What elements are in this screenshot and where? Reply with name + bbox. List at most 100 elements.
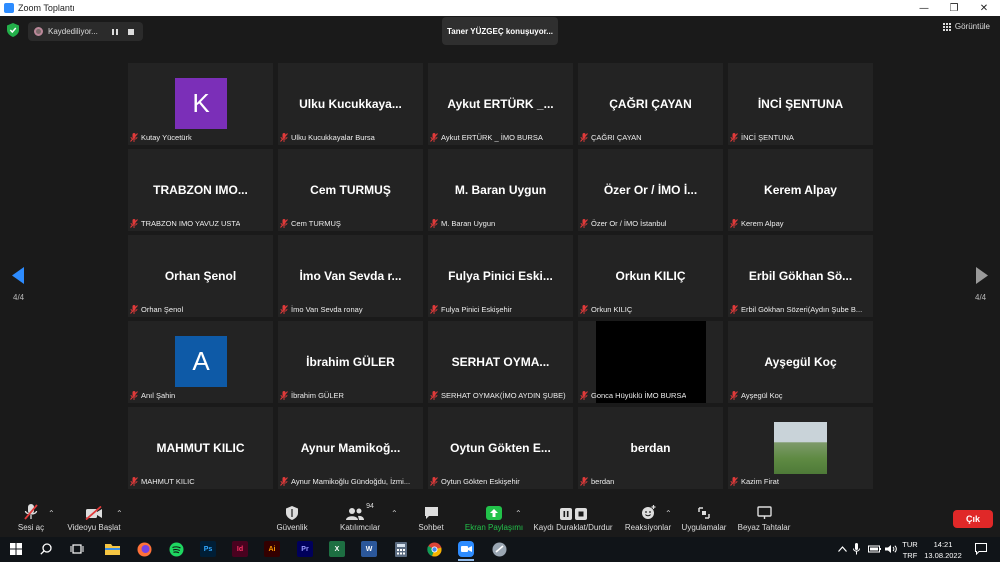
muted-mic-icon bbox=[130, 391, 138, 400]
participant-label-text: MAHMUT KILIC bbox=[141, 477, 195, 486]
participant-tile[interactable]: SERHAT OYMA... SERHAT OYMAK(İMO AYDIN ŞUB… bbox=[428, 321, 573, 403]
participant-name-label: İNCİ ŞENTUNA bbox=[730, 132, 871, 143]
windows-start-icon[interactable] bbox=[10, 543, 22, 555]
participant-tile[interactable]: Orhan Şenol Orhan Şenol bbox=[128, 235, 273, 317]
participant-tile[interactable]: Oytun Gökten E... Oytun Gökten Eskişehir bbox=[428, 407, 573, 489]
participant-tile[interactable]: A Anıl Şahin bbox=[128, 321, 273, 403]
participant-tile[interactable]: Ulku Kucukkaya... Ulku Kucukkayalar Bursa bbox=[278, 63, 423, 145]
close-button[interactable]: ✕ bbox=[970, 0, 998, 16]
whiteboard-icon bbox=[756, 506, 772, 519]
start-video-label: Videoyu Başlat bbox=[67, 523, 121, 532]
word-icon[interactable]: W bbox=[361, 541, 377, 557]
photoshop-icon[interactable]: Ps bbox=[200, 541, 216, 557]
participant-tile[interactable]: İNCİ ŞENTUNA İNCİ ŞENTUNA bbox=[728, 63, 873, 145]
calculator-icon[interactable] bbox=[393, 541, 409, 557]
muted-mic-icon bbox=[580, 133, 588, 142]
participant-name-label: Ayşegül Koç bbox=[730, 390, 871, 401]
participant-tile[interactable]: Kerem Alpay Kerem Alpay bbox=[728, 149, 873, 231]
reactions-button[interactable]: Reaksiyonlar bbox=[625, 503, 671, 537]
participant-tile[interactable]: berdan berdan bbox=[578, 407, 723, 489]
spotify-icon[interactable] bbox=[168, 541, 184, 557]
participant-label-text: SERHAT OYMAK(İMO AYDIN ŞUBE) bbox=[441, 391, 566, 400]
participant-display-name: Aynur Mamikoğ... bbox=[300, 441, 401, 455]
clock[interactable]: 14:21 13.08.2022 bbox=[920, 539, 966, 561]
chat-button[interactable]: Sohbet bbox=[416, 503, 446, 537]
muted-mic-icon bbox=[280, 477, 288, 486]
participant-tile[interactable]: MAHMUT KILIC MAHMUT KILIC bbox=[128, 407, 273, 489]
participant-tile[interactable]: Kazim Firat bbox=[728, 407, 873, 489]
participant-label-text: Erbil Gökhan Sözeri(Aydın Şube B... bbox=[741, 305, 863, 314]
security-button[interactable]: Güvenlik bbox=[274, 503, 310, 537]
whiteboards-button[interactable]: Beyaz Tahtalar bbox=[738, 503, 790, 537]
participant-tile[interactable]: İbrahim GÜLER İbrahim GÜLER bbox=[278, 321, 423, 403]
illustrator-icon[interactable]: Ai bbox=[264, 541, 280, 557]
previous-page-arrow-icon[interactable] bbox=[12, 267, 24, 284]
task-view-icon[interactable] bbox=[70, 543, 84, 555]
premiere-icon[interactable]: Pr bbox=[297, 541, 313, 557]
video-off-icon bbox=[85, 506, 102, 520]
leave-meeting-button[interactable]: Çık bbox=[953, 510, 993, 528]
participant-label-text: Kazim Firat bbox=[741, 477, 779, 486]
participant-tile[interactable]: Orkun KILIÇ Orkun KILIÇ bbox=[578, 235, 723, 317]
participant-label-text: İNCİ ŞENTUNA bbox=[741, 133, 794, 142]
search-icon[interactable] bbox=[40, 543, 52, 555]
minimize-button[interactable]: — bbox=[910, 0, 938, 16]
video-options-chevron-icon[interactable]: ⌃ bbox=[116, 509, 123, 518]
excel-icon[interactable]: X bbox=[329, 541, 345, 557]
start-video-button[interactable]: Videoyu Başlat bbox=[66, 503, 122, 537]
muted-mic-icon bbox=[730, 477, 738, 486]
tray-chevron-up-icon[interactable] bbox=[838, 546, 847, 552]
share-options-chevron-icon[interactable]: ⌃ bbox=[515, 509, 522, 518]
microphone-tray-icon[interactable] bbox=[853, 543, 860, 555]
file-explorer-icon[interactable] bbox=[104, 541, 120, 557]
participant-label-text: berdan bbox=[591, 477, 615, 486]
firefox-icon[interactable] bbox=[136, 541, 152, 557]
participant-tile[interactable]: İmo Van Sevda r... İmo Van Sevda ronay bbox=[278, 235, 423, 317]
title-bar: Zoom Toplantı — ❐ ✕ bbox=[0, 0, 1000, 16]
muted-mic-icon bbox=[280, 391, 288, 400]
zoom-taskbar-icon[interactable] bbox=[458, 541, 474, 561]
participant-tile[interactable]: ÇAĞRI ÇAYAN ÇAĞRI ÇAYAN bbox=[578, 63, 723, 145]
participant-tile[interactable]: Erbil Gökhan Sö... Erbil Gökhan Sözeri(Ay… bbox=[728, 235, 873, 317]
maximize-button[interactable]: ❐ bbox=[940, 0, 968, 16]
participant-tile[interactable]: Gonca Hüyüklü İMO BURSA bbox=[578, 321, 723, 403]
apps-button[interactable]: Uygulamalar bbox=[681, 503, 727, 537]
encryption-shield-icon[interactable] bbox=[7, 23, 19, 37]
battery-tray-icon[interactable] bbox=[868, 544, 882, 554]
input-language-indicator[interactable]: TUR TRF bbox=[900, 539, 920, 561]
stop-icon bbox=[574, 508, 587, 520]
participants-options-chevron-icon[interactable]: ⌃ bbox=[391, 509, 398, 518]
participant-tile[interactable]: M. Baran Uygun M. Baran Uygun bbox=[428, 149, 573, 231]
participant-name-label: Kutay Yücetürk bbox=[130, 132, 271, 143]
unmute-button[interactable]: Sesi aç bbox=[16, 503, 46, 537]
participant-label-text: Özer Or / İMO İstanbul bbox=[591, 219, 667, 228]
participant-tile[interactable]: TRABZON IMO... TRABZON IMO YAVUZ USTA bbox=[128, 149, 273, 231]
participant-display-name: Aykut ERTÜRK _... bbox=[447, 97, 554, 111]
participant-tile[interactable]: Özer Or / İMO İ... Özer Or / İMO İstanbul bbox=[578, 149, 723, 231]
notification-center-icon[interactable] bbox=[975, 543, 987, 555]
participant-tile[interactable]: Cem TURMUŞ Cem TURMUŞ bbox=[278, 149, 423, 231]
chat-bubble-icon bbox=[424, 507, 438, 519]
pause-icon bbox=[559, 508, 572, 520]
participant-label-text: Kerem Alpay bbox=[741, 219, 784, 228]
participant-tile[interactable]: Fulya Pinici Eski... Fulya Pinici Eskişeh… bbox=[428, 235, 573, 317]
next-page-arrow-icon[interactable] bbox=[976, 267, 988, 284]
participant-name-label: Fulya Pinici Eskişehir bbox=[430, 304, 571, 315]
stop-recording-icon[interactable] bbox=[124, 26, 138, 38]
muted-mic-icon bbox=[130, 133, 138, 142]
participants-button[interactable]: 94 Katılımcılar bbox=[338, 503, 382, 537]
audio-options-chevron-icon[interactable]: ⌃ bbox=[48, 509, 55, 518]
pause-recording-icon[interactable] bbox=[108, 26, 122, 38]
participant-tile[interactable]: Aykut ERTÜRK _... Aykut ERTÜRK _ İMO BURS… bbox=[428, 63, 573, 145]
media-app-icon[interactable] bbox=[491, 541, 507, 557]
speaker-volume-icon[interactable] bbox=[885, 544, 897, 554]
pause-stop-recording-button[interactable]: Kaydı Duraklat/Durdur bbox=[532, 503, 614, 537]
participant-tile[interactable]: Aynur Mamikoğ... Aynur Mamikoğlu Gündoğdu… bbox=[278, 407, 423, 489]
participant-tile[interactable]: K Kutay Yücetürk bbox=[128, 63, 273, 145]
reactions-options-chevron-icon[interactable]: ⌃ bbox=[665, 509, 672, 518]
chrome-icon[interactable] bbox=[426, 541, 442, 557]
participant-label-text: Anıl Şahin bbox=[141, 391, 176, 400]
indesign-icon[interactable]: Id bbox=[232, 541, 248, 557]
participant-tile[interactable]: Ayşegül Koç Ayşegül Koç bbox=[728, 321, 873, 403]
view-button[interactable]: Görüntüle bbox=[942, 22, 990, 31]
